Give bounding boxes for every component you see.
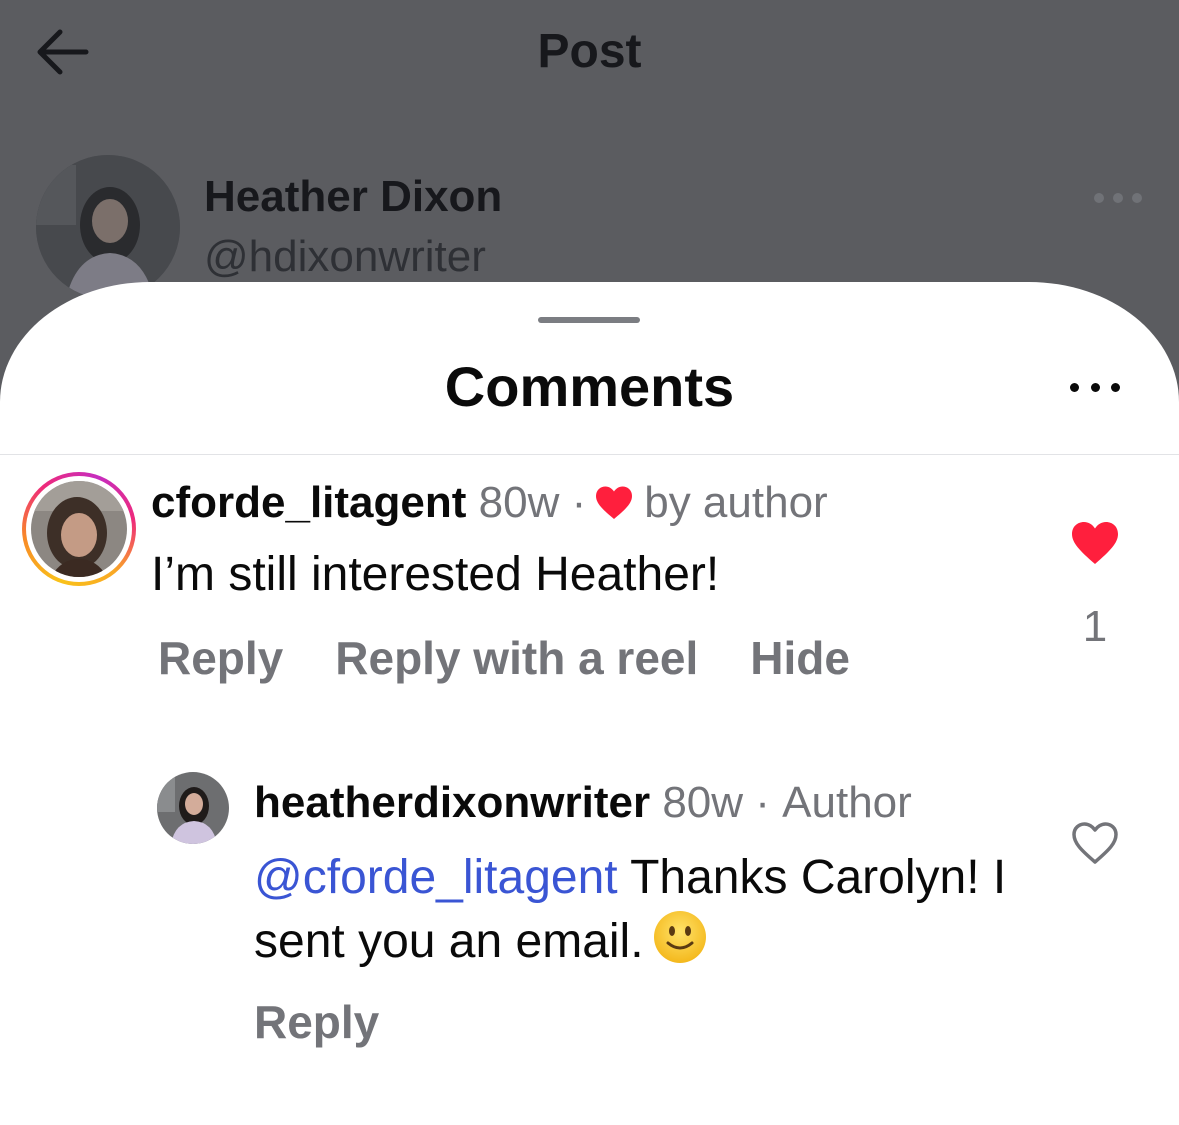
avatar-photo bbox=[31, 481, 127, 577]
liked-by-author-label: by author bbox=[644, 478, 828, 527]
mention-link[interactable]: @cforde_litagent bbox=[254, 851, 618, 904]
comments-more-options-button[interactable] bbox=[1070, 380, 1120, 394]
post-more-options-button[interactable] bbox=[1094, 188, 1142, 208]
comment-username[interactable]: heatherdixonwriter bbox=[254, 778, 650, 828]
avatar bbox=[31, 481, 127, 577]
comments-sheet: Comments cforde_litagent 80w · by author… bbox=[0, 282, 1179, 1125]
ellipsis-icon bbox=[1094, 193, 1104, 203]
meta-separator: · bbox=[571, 478, 587, 527]
commenter-avatar-story-ring[interactable] bbox=[22, 472, 136, 586]
avatar-photo bbox=[36, 155, 180, 299]
comment-text: @cforde_litagent Thanks Carolyn! I sent … bbox=[254, 847, 1044, 973]
comment-meta: heatherdixonwriter 80w · Author bbox=[254, 778, 912, 828]
heart-filled-icon bbox=[1072, 522, 1118, 564]
comment-actions: Reply bbox=[254, 995, 379, 1049]
reply-with-reel-button[interactable]: Reply with a reel bbox=[335, 631, 698, 685]
reply-button[interactable]: Reply bbox=[254, 995, 379, 1049]
slightly-smiling-face-emoji bbox=[653, 911, 706, 963]
comment-like-button[interactable] bbox=[1070, 520, 1120, 566]
post-author-name[interactable]: Heather Dixon bbox=[204, 172, 502, 222]
divider bbox=[0, 454, 1179, 455]
heart-filled-icon bbox=[596, 486, 633, 519]
comment-meta: cforde_litagent 80w · by author bbox=[151, 478, 828, 528]
comment-username[interactable]: cforde_litagent bbox=[151, 478, 466, 528]
heart-outline-icon bbox=[1072, 822, 1118, 864]
sheet-drag-handle[interactable] bbox=[538, 317, 640, 323]
comment-like-button[interactable] bbox=[1071, 820, 1119, 866]
page-title: Post bbox=[537, 25, 642, 78]
post-author-avatar[interactable] bbox=[36, 155, 180, 299]
hide-button[interactable]: Hide bbox=[750, 631, 850, 685]
sheet-title: Comments bbox=[444, 355, 735, 418]
avatar-photo bbox=[157, 772, 229, 844]
comment-age: 80w bbox=[478, 478, 560, 527]
meta-separator: · bbox=[755, 778, 770, 827]
ellipsis-icon bbox=[1070, 382, 1079, 392]
post-author-handle: @hdixonwriter bbox=[204, 232, 486, 281]
author-badge: Author bbox=[782, 778, 912, 827]
like-count: 1 bbox=[1082, 602, 1108, 651]
comment-text: I’m still interested Heather! bbox=[151, 548, 720, 601]
reply-button[interactable]: Reply bbox=[158, 631, 283, 685]
reply-author-avatar[interactable] bbox=[157, 772, 229, 844]
comment-age: 80w bbox=[662, 778, 744, 827]
comment-actions: Reply Reply with a reel Hide bbox=[158, 631, 902, 685]
